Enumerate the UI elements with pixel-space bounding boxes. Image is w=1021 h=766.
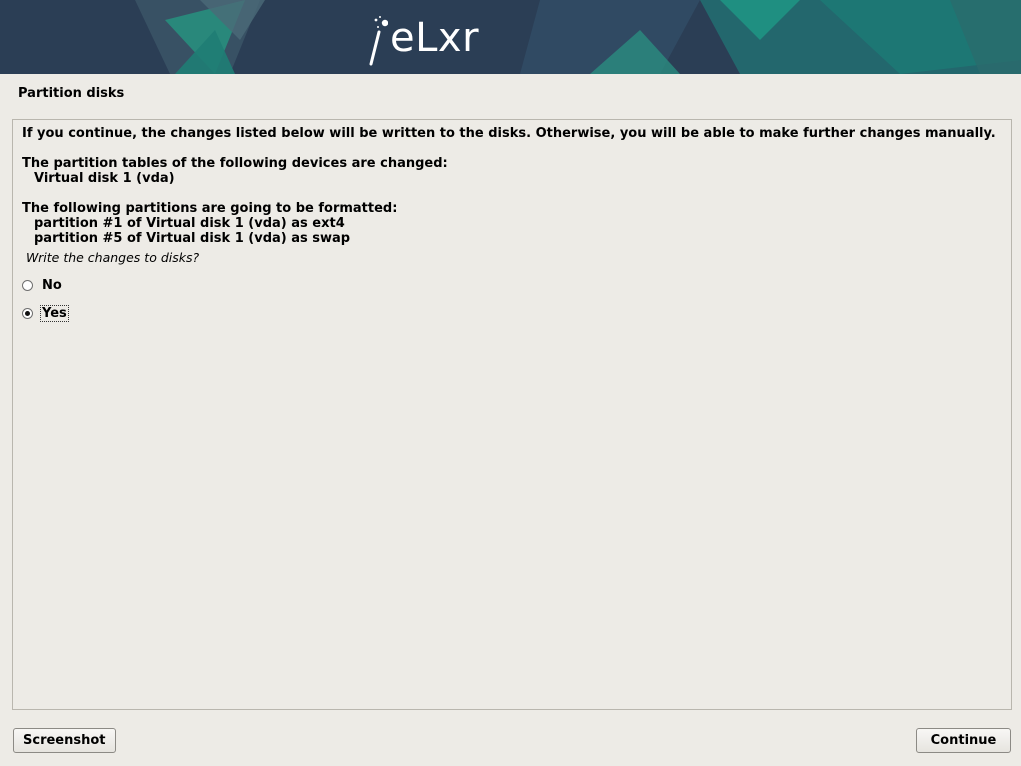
question-text: Write the changes to disks? bbox=[26, 250, 200, 265]
option-label[interactable]: Yes bbox=[40, 305, 69, 322]
screenshot-button[interactable]: Screenshot bbox=[13, 728, 116, 753]
elxr-logo: eLxr bbox=[366, 6, 479, 66]
test-tube-sparkle-icon bbox=[369, 16, 388, 66]
intro-text: If you continue, the changes listed belo… bbox=[22, 126, 996, 141]
logo-text: eLxr bbox=[390, 15, 480, 61]
option-no[interactable]: No bbox=[22, 277, 64, 294]
radio-unchecked-icon[interactable] bbox=[22, 280, 33, 291]
option-label[interactable]: No bbox=[40, 277, 64, 294]
radio-checked-icon[interactable] bbox=[22, 308, 33, 319]
header-banner: eLxr bbox=[0, 0, 1021, 74]
format-partition-item: partition #1 of Virtual disk 1 (vda) as … bbox=[34, 216, 345, 231]
option-yes[interactable]: Yes bbox=[22, 305, 69, 322]
banner-background bbox=[0, 0, 1021, 74]
format-heading: The following partitions are going to be… bbox=[22, 201, 398, 216]
continue-button[interactable]: Continue bbox=[916, 728, 1011, 753]
content-panel: If you continue, the changes listed belo… bbox=[12, 119, 1012, 710]
tables-heading: The partition tables of the following de… bbox=[22, 156, 448, 171]
tables-device-item: Virtual disk 1 (vda) bbox=[34, 171, 175, 186]
format-partition-item: partition #5 of Virtual disk 1 (vda) as … bbox=[34, 231, 351, 246]
page-title: Partition disks bbox=[18, 86, 125, 101]
